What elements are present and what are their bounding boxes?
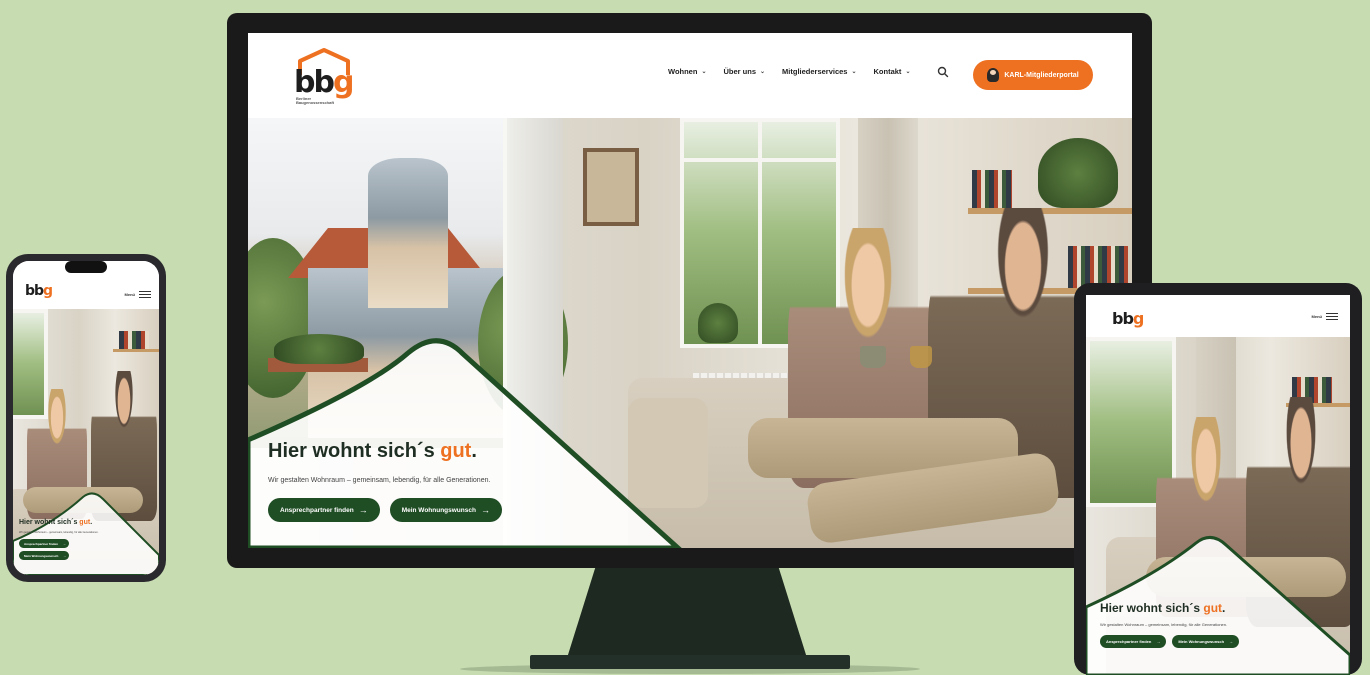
- tablet-contact-button[interactable]: Ansprechpartner finden →: [1100, 635, 1167, 648]
- tablet-headline: Hier wohnt sich´s gut.: [1100, 601, 1226, 615]
- arrow-right-icon: →: [358, 505, 368, 515]
- chevron-down-icon: ⌄: [760, 69, 766, 75]
- chevron-down-icon: ⌄: [851, 69, 857, 75]
- tablet-logo[interactable]: bbg: [1112, 309, 1144, 328]
- desktop-monitor: bbg Berliner Baugenossenschaft Wohnen ⌄ Ü…: [227, 13, 1152, 568]
- phone-subline: Wir gestalten Wohnraum – gemeinsam, lebe…: [19, 531, 99, 534]
- hero-headline: Hier wohnt sich´s gut.: [268, 440, 477, 462]
- logo-subtext: Berliner Baugenossenschaft: [296, 96, 335, 105]
- bbg-logo[interactable]: bbg Berliner Baugenossenschaft: [294, 47, 354, 105]
- nav-item-ueber-uns[interactable]: Über uns ⌄: [723, 67, 765, 76]
- tablet-device: bbg Menü Hier wohnt sich´s gut. Wir gest…: [1074, 283, 1362, 675]
- phone-headline: Hier wohnt sich´s gut.: [19, 519, 93, 526]
- tablet-subline: Wir gestalten Wohnraum – gemeinsam, lebe…: [1100, 622, 1228, 627]
- monitor-stand: [567, 566, 807, 658]
- nav-item-mitgliederservices[interactable]: Mitgliederservices ⌄: [782, 67, 856, 76]
- phone-wish-button[interactable]: Mein Wohnungswunsch →: [19, 551, 69, 560]
- phone-logo[interactable]: bbg: [25, 283, 53, 299]
- tablet-screen: bbg Menü Hier wohnt sich´s gut. Wir gest…: [1086, 295, 1350, 675]
- desktop-screen: bbg Berliner Baugenossenschaft Wohnen ⌄ Ü…: [248, 33, 1132, 548]
- phone-notch: [65, 261, 107, 273]
- logo-wordmark: bbg: [294, 65, 354, 100]
- karl-portal-button[interactable]: KARL-Mitgliederportal: [973, 60, 1093, 90]
- arrow-right-icon: →: [480, 505, 490, 515]
- phone-menu-label: Menü: [124, 292, 135, 297]
- karl-portal-label: KARL-Mitgliederportal: [1004, 71, 1079, 79]
- phone-device: bbg Menü Hier wohnt sich´s gut. Wir gest…: [6, 254, 166, 582]
- tablet-header: bbg Menü: [1086, 295, 1350, 337]
- monitor-base: [530, 655, 850, 669]
- tablet-menu-button[interactable]: Menü: [1312, 313, 1338, 320]
- nav-item-kontakt[interactable]: Kontakt ⌄: [874, 67, 911, 76]
- housing-wish-button[interactable]: Mein Wohnungswunsch →: [389, 498, 502, 522]
- phone-contact-button[interactable]: Ansprechpartner finden →: [19, 539, 69, 548]
- phone-hero: Hier wohnt sich´s gut. Wir gestalten Woh…: [13, 309, 159, 575]
- phone-menu-button[interactable]: Menü: [125, 291, 151, 298]
- hero-subline: Wir gestalten Wohnraum – gemeinsam, lebe…: [268, 477, 491, 484]
- hero-buttons: Ansprechpartner finden → Mein Wohnungswun…: [268, 498, 502, 522]
- main-nav: Wohnen ⌄ Über uns ⌄ Mitgliederservices ⌄ Ko…: [668, 67, 910, 76]
- hero-section: Hier wohnt sich´s gut. Wir gestalten Woh…: [248, 118, 1132, 548]
- hero-text: Hier wohnt sich´s gut. Wir gestalten Woh…: [268, 440, 502, 522]
- tablet-wish-button[interactable]: Mein Wohnungswunsch →: [1172, 635, 1240, 648]
- hamburger-icon: [1326, 313, 1338, 320]
- contact-person-button[interactable]: Ansprechpartner finden →: [268, 498, 380, 522]
- karl-avatar-icon: [987, 68, 1000, 82]
- nav-item-wohnen[interactable]: Wohnen ⌄: [668, 67, 706, 76]
- phone-screen: bbg Menü Hier wohnt sich´s gut. Wir gest…: [13, 261, 159, 575]
- tablet-menu-label: Menü: [1311, 314, 1322, 319]
- chevron-down-icon: ⌄: [905, 69, 911, 75]
- tablet-hero: Hier wohnt sich´s gut. Wir gestalten Woh…: [1086, 337, 1350, 675]
- hamburger-icon: [139, 291, 151, 298]
- search-icon[interactable]: [937, 66, 949, 78]
- tablet-hero-text: Hier wohnt sich´s gut. Wir gestalten Woh…: [1100, 601, 1240, 648]
- chevron-down-icon: ⌄: [701, 69, 707, 75]
- phone-hero-text: Hier wohnt sich´s gut. Wir gestalten Woh…: [19, 519, 98, 560]
- site-header: bbg Berliner Baugenossenschaft Wohnen ⌄ Ü…: [248, 33, 1132, 118]
